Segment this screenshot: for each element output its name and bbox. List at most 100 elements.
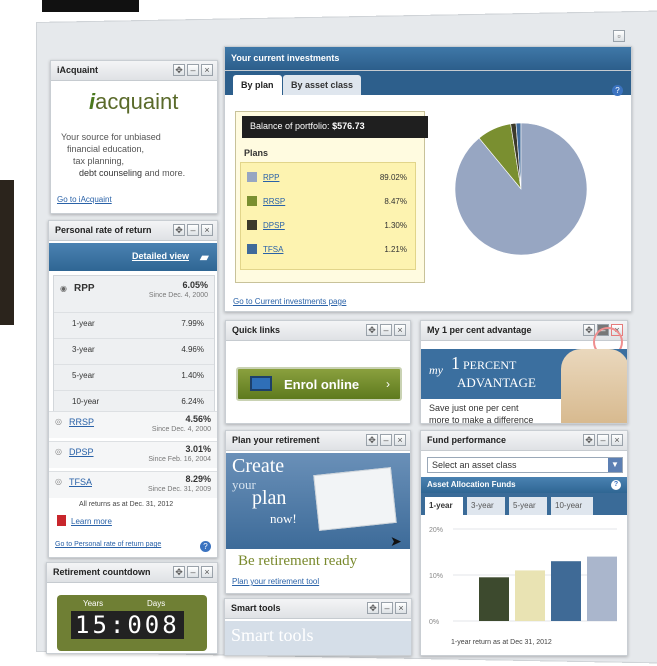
period-row: 1-year 7.99% bbox=[54, 312, 214, 335]
investments-link[interactable]: Go to Current investments page bbox=[233, 297, 346, 306]
advantage-panel: My 1 per cent advantage ✥ – × my 1 PERCE… bbox=[420, 320, 628, 424]
plan-name[interactable]: RRSP bbox=[263, 197, 285, 206]
plan-row: RPP 89.02% bbox=[241, 169, 415, 189]
help-icon[interactable]: ? bbox=[612, 85, 623, 96]
banner-plan: plan bbox=[252, 487, 287, 509]
minimize-icon[interactable]: – bbox=[380, 434, 392, 446]
advantage-text-1: Save just one per cent bbox=[429, 403, 519, 413]
period-value: 1.40% bbox=[181, 371, 204, 380]
tab-10-year[interactable]: 10-year bbox=[551, 497, 593, 515]
radio-icon[interactable]: ◎ bbox=[55, 477, 62, 486]
move-icon[interactable]: ✥ bbox=[583, 434, 595, 446]
plan-pct: 1.30% bbox=[384, 221, 407, 230]
minimize-icon[interactable]: – bbox=[597, 434, 609, 446]
move-icon[interactable]: ✥ bbox=[366, 324, 378, 336]
period-value: 4.96% bbox=[181, 345, 204, 354]
chevron-down-icon[interactable]: ▼ bbox=[608, 458, 622, 472]
monitor-icon bbox=[250, 376, 272, 391]
banner-advantage: ADVANTAGE bbox=[457, 375, 536, 390]
help-icon[interactable]: ? bbox=[611, 480, 621, 490]
close-icon[interactable]: × bbox=[201, 64, 213, 76]
move-icon[interactable]: ✥ bbox=[366, 434, 378, 446]
countdown-display: Years Days 15:008 bbox=[57, 595, 207, 651]
minimize-icon[interactable]: – bbox=[187, 64, 199, 76]
ror-other-name[interactable]: RRSP bbox=[69, 417, 94, 427]
allocation-pie-chart bbox=[454, 122, 588, 256]
countdown-panel: Retirement countdown ✥ – × Years Days 15… bbox=[46, 562, 218, 654]
plans-box: Balance of portfolio: $576.73 Plans RPP … bbox=[235, 111, 428, 283]
ror-other-value: 8.29% bbox=[185, 474, 211, 484]
smart-tools-panel: Smart tools ✥ – × Smart tools bbox=[224, 598, 412, 656]
plan-name[interactable]: DPSP bbox=[263, 221, 285, 230]
retirement-link[interactable]: Plan your retirement tool bbox=[232, 577, 319, 586]
banner-now: now! bbox=[270, 511, 297, 526]
move-icon[interactable]: ✥ bbox=[367, 602, 379, 614]
period-value: 6.24% bbox=[181, 397, 204, 406]
radio-icon[interactable]: ◎ bbox=[55, 417, 62, 426]
background-strip bbox=[0, 180, 14, 325]
tab-1-year[interactable]: 1-year bbox=[425, 497, 463, 515]
ror-other-name[interactable]: TFSA bbox=[69, 477, 92, 487]
move-icon[interactable]: ✥ bbox=[173, 566, 185, 578]
tab-3-year[interactable]: 3-year bbox=[467, 497, 505, 515]
retirement-panel: Plan your retirement ✥ – × Create your p… bbox=[225, 430, 411, 594]
learn-more-link[interactable]: Learn more bbox=[71, 517, 112, 526]
fund-bar bbox=[551, 561, 581, 621]
retirement-tagline: Be retirement ready bbox=[238, 553, 358, 569]
fund-tabs: 1-year 3-year 5-year 10-year bbox=[421, 493, 627, 515]
tab-by-plan[interactable]: By plan bbox=[233, 75, 282, 95]
balance-bar: Balance of portfolio: $576.73 bbox=[242, 116, 428, 138]
maximize-button[interactable]: ▫ bbox=[613, 30, 625, 42]
countdown-digits: 15:008 bbox=[71, 611, 184, 639]
ror-page-link[interactable]: Go to Personal rate of return page bbox=[55, 541, 161, 548]
fund-panel: Fund performance ✥ – × Select an asset c… bbox=[420, 430, 628, 656]
close-icon[interactable]: × bbox=[611, 434, 623, 446]
banner-my: my bbox=[429, 363, 443, 377]
cursor-icon: ➤ bbox=[390, 533, 402, 549]
plan-swatch bbox=[247, 172, 257, 182]
investments-title: Your current investments bbox=[225, 47, 631, 71]
chart-icon[interactable]: ▰ bbox=[200, 250, 209, 264]
period-label: 5-year bbox=[72, 371, 95, 380]
days-label: Days bbox=[147, 599, 166, 608]
plan-name[interactable]: RPP bbox=[263, 173, 279, 182]
years-label: Years bbox=[83, 599, 104, 608]
minimize-icon[interactable]: – bbox=[380, 324, 392, 336]
radio-icon[interactable]: ◉ bbox=[60, 284, 67, 293]
balance-value: $576.73 bbox=[332, 121, 365, 131]
acquaint-link[interactable]: Go to iAcquaint bbox=[57, 195, 112, 204]
close-icon[interactable]: × bbox=[394, 434, 406, 446]
tab-by-asset-class[interactable]: By asset class bbox=[283, 75, 362, 95]
close-icon[interactable]: × bbox=[394, 324, 406, 336]
fund-bar-chart: 20% 10% 0% bbox=[429, 527, 617, 626]
pdf-icon bbox=[57, 515, 66, 526]
period-label: 1-year bbox=[72, 319, 95, 328]
close-icon[interactable]: × bbox=[201, 224, 213, 236]
asset-class-value: Select an asset class bbox=[432, 460, 517, 470]
enrol-label: Enrol online bbox=[284, 377, 360, 392]
help-icon[interactable]: ? bbox=[200, 541, 211, 552]
enrol-online-button[interactable]: Enrol online › bbox=[236, 367, 402, 401]
fund-footer: 1-year return as at Dec 31, 2012 bbox=[451, 639, 552, 646]
plan-name[interactable]: TFSA bbox=[263, 245, 283, 254]
close-icon[interactable]: × bbox=[395, 602, 407, 614]
plan-row: TFSA 1.21% bbox=[241, 241, 415, 261]
tab-5-year[interactable]: 5-year bbox=[509, 497, 547, 515]
close-icon[interactable]: × bbox=[201, 566, 213, 578]
asset-class-select[interactable]: Select an asset class ▼ bbox=[427, 457, 623, 473]
plan-pct: 8.47% bbox=[384, 197, 407, 206]
plan-row: RRSP 8.47% bbox=[241, 193, 415, 213]
minimize-icon[interactable]: – bbox=[381, 602, 393, 614]
logo-text: acquaint bbox=[95, 89, 179, 114]
move-icon[interactable]: ✥ bbox=[173, 224, 185, 236]
minimize-icon[interactable]: – bbox=[187, 224, 199, 236]
acquaint-line-2: financial education, bbox=[67, 144, 145, 154]
move-icon[interactable]: ✥ bbox=[173, 64, 185, 76]
top-black-bar bbox=[42, 0, 139, 12]
period-label: 10-year bbox=[72, 397, 100, 406]
minimize-icon[interactable]: – bbox=[187, 566, 199, 578]
ror-other-name[interactable]: DPSP bbox=[69, 447, 94, 457]
detailed-view-link[interactable]: Detailed view bbox=[132, 251, 189, 261]
move-icon[interactable]: ✥ bbox=[583, 324, 595, 336]
radio-icon[interactable]: ◎ bbox=[55, 447, 62, 456]
